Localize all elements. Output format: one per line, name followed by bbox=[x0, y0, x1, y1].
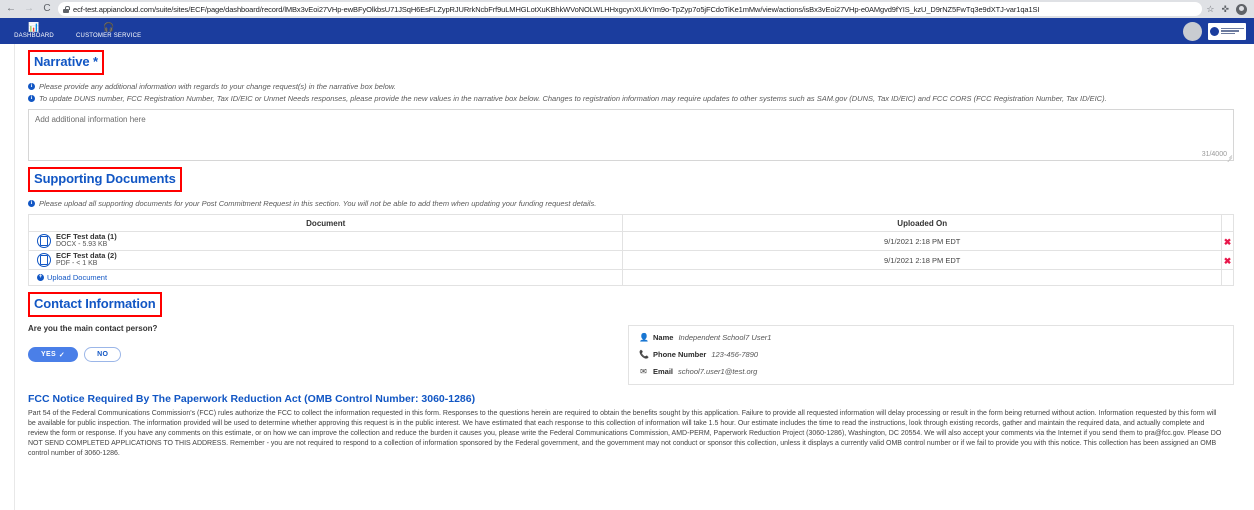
narrative-title-highlight: Narrative * bbox=[28, 50, 104, 75]
upload-document-label: Upload Document bbox=[47, 273, 108, 283]
document-cell: ECF Test data (1) DOCX - 5.93 KB bbox=[27, 231, 624, 252]
contact-phone-row: 📞 Phone Number 123-456-7890 bbox=[639, 350, 1223, 359]
delete-icon[interactable]: ✖ bbox=[1224, 237, 1232, 247]
narrative-hint-2: i To update DUNS number, FCC Registratio… bbox=[28, 94, 1234, 103]
contact-email-row: ✉ Email school7.user1@test.org bbox=[639, 367, 1223, 376]
file-icon bbox=[37, 234, 51, 249]
contact-phone-value: 123-456-7890 bbox=[711, 350, 759, 360]
contact-email-key: Email bbox=[653, 367, 674, 377]
document-cell: ECF Test data (2) PDF - < 1 KB bbox=[27, 250, 624, 271]
upload-empty-cell-2 bbox=[1220, 269, 1235, 287]
contact-details-card: 👤 Name Independent School7 User1 📞 Phone… bbox=[628, 325, 1234, 386]
contact-name-row: 👤 Name Independent School7 User1 bbox=[639, 333, 1223, 342]
delete-cell: ✖ bbox=[1220, 231, 1235, 252]
extensions-icon[interactable]: ✜ bbox=[1221, 4, 1229, 14]
yes-no-toggle: YES ✓ NO bbox=[28, 347, 628, 363]
star-icon[interactable]: ☆ bbox=[1206, 4, 1214, 14]
yes-button[interactable]: YES ✓ bbox=[28, 347, 79, 363]
document-name[interactable]: ECF Test data (1) bbox=[56, 232, 117, 242]
supporting-documents-section-title: Supporting Documents bbox=[34, 170, 176, 186]
table-header-row: Document Uploaded On bbox=[27, 214, 1235, 233]
supporting-documents-title-highlight: Supporting Documents bbox=[28, 166, 182, 192]
url-text: ecf-test.appiancloud.com/suite/sites/ECF… bbox=[73, 4, 1040, 14]
info-icon: i bbox=[28, 95, 35, 103]
nav-item-dashboard[interactable]: 📊 DASHBOARD bbox=[0, 18, 68, 44]
browser-forward-button[interactable]: → bbox=[22, 2, 36, 16]
no-button[interactable]: NO bbox=[84, 347, 122, 363]
delete-cell: ✖ bbox=[1220, 250, 1235, 271]
uploaded-on-value: 9/1/2021 2:18 PM EDT bbox=[622, 250, 1222, 271]
narrative-char-counter: 31/4000 bbox=[1201, 150, 1227, 158]
lock-icon bbox=[63, 5, 70, 13]
usac-logo bbox=[1208, 22, 1246, 40]
uploaded-on-value: 9/1/2021 2:18 PM EDT bbox=[622, 231, 1222, 252]
contact-name-key: Name bbox=[653, 333, 674, 343]
upload-row: + Upload Document bbox=[27, 269, 1235, 287]
form-content: Narrative * i Please provide any additio… bbox=[14, 44, 1240, 459]
profile-avatar-icon[interactable] bbox=[1236, 3, 1247, 15]
yes-label: YES bbox=[41, 351, 56, 359]
usac-wordmark bbox=[1221, 27, 1244, 35]
app-navigation-bar: 📊 DASHBOARD 🎧 CUSTOMER SERVICE bbox=[0, 18, 1254, 44]
documents-table: Document Uploaded On ECF Test data (1) D… bbox=[27, 214, 1235, 287]
avatar[interactable] bbox=[1183, 21, 1202, 41]
fcc-notice-body: Part 54 of the Federal Communications Co… bbox=[28, 410, 1222, 457]
supporting-documents-hint-text: Please upload all supporting documents f… bbox=[39, 198, 597, 208]
browser-back-button[interactable]: ← bbox=[4, 2, 18, 16]
contact-email-value: school7.user1@test.org bbox=[678, 367, 758, 377]
document-meta: DOCX - 5.93 KB bbox=[56, 241, 108, 249]
narrative-section-title: Narrative * bbox=[34, 54, 98, 69]
narrative-input[interactable]: Add additional information here 31/4000 bbox=[28, 108, 1234, 162]
table-row: ECF Test data (2) PDF - < 1 KB 9/1/2021 … bbox=[27, 250, 1235, 271]
nav-right-group bbox=[1183, 18, 1254, 44]
document-name[interactable]: ECF Test data (2) bbox=[56, 251, 117, 261]
envelope-icon: ✉ bbox=[640, 366, 647, 376]
table-row: ECF Test data (1) DOCX - 5.93 KB 9/1/202… bbox=[27, 231, 1235, 252]
usac-mark-icon bbox=[1210, 26, 1219, 36]
contact-name-value: Independent School7 User1 bbox=[678, 333, 772, 343]
contact-section-title: Contact Information bbox=[34, 296, 156, 312]
upload-document-button[interactable]: + Upload Document bbox=[29, 273, 622, 282]
person-icon: 👤 bbox=[639, 332, 649, 342]
narrative-hint-1: i Please provide any additional informat… bbox=[28, 82, 1234, 91]
supporting-documents-hint: i Please upload all supporting documents… bbox=[28, 199, 1234, 208]
browser-toolbar: ← → C ecf-test.appiancloud.com/suite/sit… bbox=[0, 0, 1254, 18]
check-icon: ✓ bbox=[58, 351, 66, 359]
fcc-notice-title: FCC Notice Required By The Paperwork Red… bbox=[28, 393, 476, 406]
browser-toolbar-icons: ☆ ✜ bbox=[1206, 3, 1250, 15]
column-header-uploaded-on: Uploaded On bbox=[622, 214, 1222, 233]
document-meta: PDF - < 1 KB bbox=[56, 260, 98, 268]
nav-label-dashboard: DASHBOARD bbox=[14, 33, 54, 39]
info-icon: i bbox=[28, 83, 35, 90]
contact-section: Are you the main contact person? YES ✓ N… bbox=[28, 323, 1234, 386]
headset-icon: 🎧 bbox=[103, 22, 115, 32]
info-icon: i bbox=[28, 199, 35, 207]
file-icon bbox=[37, 253, 51, 268]
narrative-hint-2-text: To update DUNS number, FCC Registration … bbox=[39, 94, 1107, 104]
dashboard-icon: 📊 bbox=[28, 22, 40, 32]
page-body: Narrative * i Please provide any additio… bbox=[0, 44, 1254, 510]
browser-reload-button[interactable]: C bbox=[40, 2, 54, 16]
narrative-hint-1-text: Please provide any additional informatio… bbox=[39, 82, 396, 91]
contact-title-highlight: Contact Information bbox=[28, 292, 162, 318]
resize-handle-icon[interactable] bbox=[1226, 153, 1233, 162]
plus-circle-icon: + bbox=[37, 274, 44, 282]
column-header-document: Document bbox=[27, 214, 624, 233]
upload-cell: + Upload Document bbox=[27, 269, 624, 287]
contact-phone-key: Phone Number bbox=[653, 350, 707, 360]
delete-icon[interactable]: ✖ bbox=[1224, 256, 1232, 266]
contact-question-label: Are you the main contact person? bbox=[28, 324, 158, 334]
contact-question-group: Are you the main contact person? YES ✓ N… bbox=[28, 323, 628, 363]
upload-empty-cell bbox=[622, 269, 1222, 287]
browser-address-bar[interactable]: ecf-test.appiancloud.com/suite/sites/ECF… bbox=[58, 2, 1203, 16]
nav-label-customer-service: CUSTOMER SERVICE bbox=[76, 33, 142, 39]
nav-item-customer-service[interactable]: 🎧 CUSTOMER SERVICE bbox=[68, 18, 149, 44]
phone-icon: 📞 bbox=[639, 349, 649, 359]
left-rule bbox=[14, 44, 15, 510]
narrative-placeholder: Add additional information here bbox=[35, 114, 146, 124]
no-label: NO bbox=[97, 351, 109, 359]
column-header-actions bbox=[1220, 214, 1235, 233]
